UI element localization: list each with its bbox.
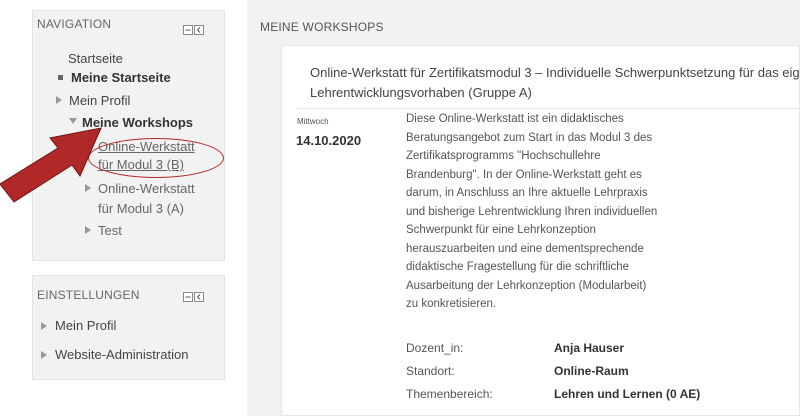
navigation-header: NAVIGATION (37, 17, 112, 31)
minimize-icon[interactable] (183, 292, 193, 302)
description-line: zu konkretisieren. (406, 298, 497, 310)
workshop-title[interactable]: Online-Werkstatt für Zertifikatsmodul 3 … (310, 63, 800, 103)
nav-item-test[interactable]: Test (98, 223, 122, 238)
minimize-icon[interactable] (183, 25, 193, 35)
nav-item-mein-profil[interactable]: Mein Profil (69, 93, 130, 108)
settings-header: EINSTELLUNGEN (37, 288, 140, 302)
description-line: Schwerpunkt für eine Lehrkonzeption (406, 224, 596, 236)
description-line: Zertifikatsprogramms "Hochschullehre (406, 150, 601, 162)
main-region: MEINE WORKSHOPS Online-Werkstatt für Zer… (247, 0, 800, 416)
workshop-weekday: Mittwoch (297, 117, 329, 126)
description-line: didaktische Fragestellung für die schrif… (406, 261, 630, 273)
expand-icon[interactable] (41, 322, 47, 330)
description-line: und bisherige Lehrentwicklung Ihren indi… (406, 205, 658, 218)
dock-icon[interactable] (194, 25, 204, 35)
main-header: MEINE WORKSHOPS (260, 20, 384, 34)
dozent-value: Anja Hauser (554, 341, 625, 355)
red-arrow-icon (0, 127, 102, 203)
nav-item-workshop-a-line1[interactable]: Online-Werkstatt (98, 181, 195, 196)
expand-icon[interactable] (85, 226, 91, 234)
divider (296, 108, 800, 109)
bullet-icon (58, 75, 63, 80)
dozent-label: Dozent_in: (406, 341, 464, 355)
description-line: Brandenburg". In der Online-Werkstatt ge… (406, 168, 642, 181)
standort-label: Standort: (406, 364, 455, 378)
nav-item-meine-startseite[interactable]: Meine Startseite (71, 70, 171, 85)
workshop-card: Online-Werkstatt für Zertifikatsmodul 3 … (281, 45, 800, 416)
description-line: herauszuarbeiten und eine dementsprechen… (406, 242, 644, 255)
themenbereich-value: Lehren und Lernen (0 AE) (554, 387, 701, 401)
dock-icon[interactable] (194, 292, 204, 302)
expand-icon[interactable] (56, 96, 62, 104)
description-line: Ausarbeitung der Lehrkonzeption (Modular… (406, 279, 647, 292)
nav-item-workshop-a-line2[interactable]: für Modul 3 (A) (98, 201, 184, 216)
settings-item-website-admin[interactable]: Website-Administration (55, 347, 188, 362)
description-line: Beratungsangebot zum Start in das Modul … (406, 131, 653, 144)
expand-icon[interactable] (41, 351, 47, 359)
settings-block: EINSTELLUNGEN Mein Profil Website-Admini… (32, 275, 225, 380)
description-line: Diese Online-Werkstatt ist ein didaktisc… (406, 113, 624, 125)
description-line: darum, in Anschluss an Ihre aktuelle Leh… (406, 187, 648, 199)
navigation-block-controls (183, 25, 204, 35)
standort-value: Online-Raum (554, 364, 629, 378)
themenbereich-label: Themenbereich: (406, 387, 493, 401)
workshop-date: 14.10.2020 (296, 133, 362, 148)
nav-item-startseite[interactable]: Startseite (68, 51, 123, 66)
settings-block-controls (183, 292, 204, 302)
settings-item-mein-profil[interactable]: Mein Profil (55, 318, 116, 333)
workshop-description: Diese Online-Werkstatt ist ein didaktisc… (406, 110, 696, 314)
